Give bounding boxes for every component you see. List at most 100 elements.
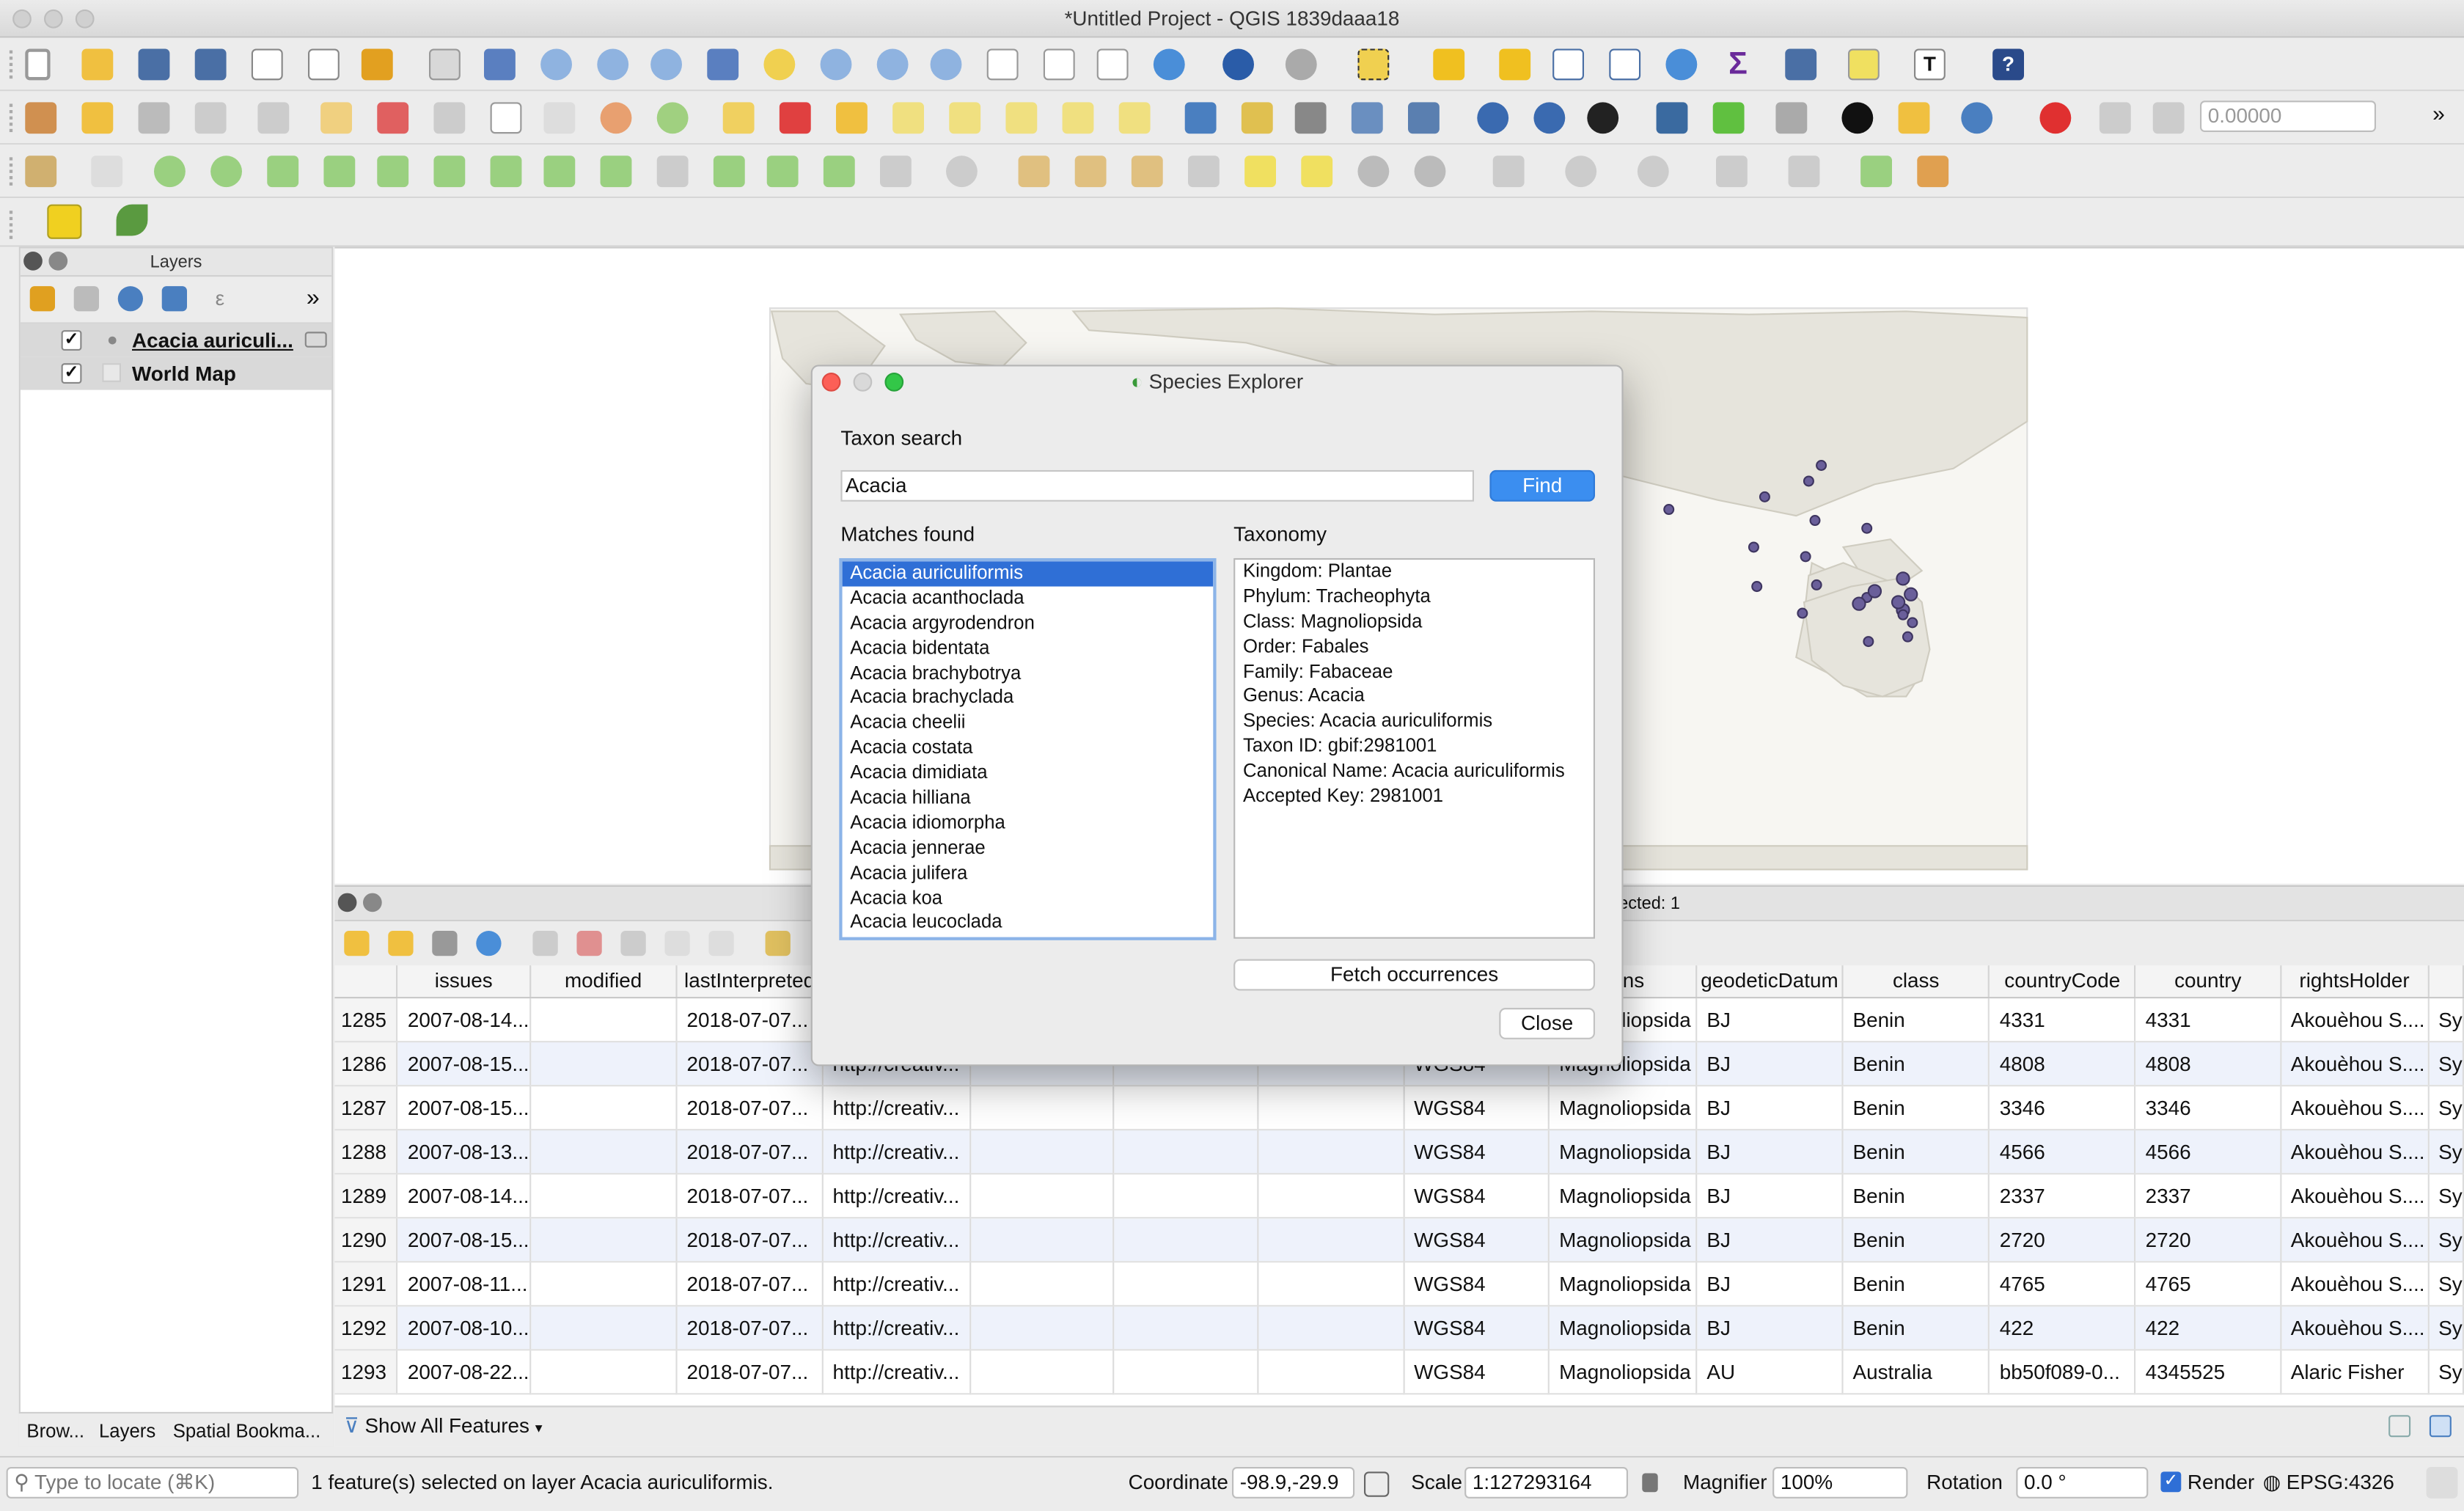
table-cell[interactable]: Magnoliopsida: [1549, 1173, 1698, 1218]
paste-features-icon[interactable]: [543, 102, 576, 134]
row-number-cell[interactable]: 1288: [334, 1129, 398, 1174]
table-cell[interactable]: Sy: [2428, 1217, 2464, 1262]
zoom-in-icon[interactable]: [540, 48, 572, 81]
table-cell[interactable]: [969, 1129, 1115, 1174]
table-cell[interactable]: BJ: [1696, 1041, 1844, 1086]
filter-legend-icon[interactable]: [161, 286, 187, 312]
table-cell[interactable]: 2007-08-14...: [397, 997, 531, 1042]
table-cell[interactable]: [1258, 1173, 1405, 1218]
table-cell[interactable]: 2018-07-07...: [676, 1041, 824, 1086]
window-minimize-button[interactable]: [44, 9, 63, 29]
match-list-item[interactable]: Acacia acanthoclada: [843, 586, 1214, 611]
table-cell[interactable]: [529, 1349, 678, 1394]
table-cell[interactable]: WGS84: [1404, 1261, 1550, 1306]
column-header[interactable]: modified: [529, 965, 678, 998]
row-number-cell[interactable]: 1291: [334, 1261, 398, 1306]
table-cell[interactable]: 2018-07-07...: [676, 1085, 824, 1130]
table-cell[interactable]: 2018-07-07...: [676, 1261, 824, 1306]
select-features-icon[interactable]: [1357, 48, 1390, 81]
zoom-rubberband-icon[interactable]: [650, 48, 682, 81]
layer-item-world-map[interactable]: ✓ World Map: [20, 356, 332, 390]
match-list-item[interactable]: Acacia auriculiformis: [842, 561, 1214, 587]
table-cell[interactable]: Akouèhou S....: [2280, 1305, 2430, 1350]
table-cell[interactable]: Benin: [1842, 997, 1990, 1042]
table-cell[interactable]: 2720: [2135, 1217, 2281, 1262]
rotate-point-symbols-icon[interactable]: [946, 156, 978, 188]
table-cell[interactable]: http://creativ...: [822, 1261, 971, 1306]
table-cell[interactable]: BJ: [1696, 1085, 1844, 1130]
table-cell[interactable]: WGS84: [1404, 1349, 1550, 1394]
table-cell[interactable]: [1258, 1349, 1405, 1394]
table-cell[interactable]: 4765: [1989, 1261, 2136, 1306]
table-cell[interactable]: [1114, 1261, 1259, 1306]
table-cell[interactable]: Sy: [2428, 997, 2464, 1042]
offset-curve-icon[interactable]: [880, 156, 912, 188]
table-cell[interactable]: [969, 1305, 1115, 1350]
table-row[interactable]: 1293 2007-08-22... 2018-07-07... http://cre…: [334, 1349, 2464, 1394]
close-button[interactable]: Close: [1499, 1008, 1595, 1039]
table-cell[interactable]: WGS84: [1404, 1173, 1550, 1218]
leaf-plugin-icon[interactable]: [116, 204, 148, 236]
table-cell[interactable]: BJ: [1696, 1173, 1844, 1218]
redo-icon[interactable]: [656, 102, 689, 134]
table-cell[interactable]: http://creativ...: [822, 1349, 971, 1394]
style-panel-icon[interactable]: [29, 286, 55, 312]
zoom-last-icon[interactable]: [930, 48, 962, 81]
table-cell[interactable]: BJ: [1696, 1305, 1844, 1350]
add-annotation-icon[interactable]: [1860, 156, 1892, 188]
zoom-to-layer-icon[interactable]: [820, 48, 852, 81]
table-cell[interactable]: [1114, 1173, 1259, 1218]
new-map-view-icon[interactable]: [986, 48, 1019, 81]
species-explorer-plugin-icon[interactable]: [47, 204, 82, 239]
layer-diagram-icon[interactable]: [779, 102, 811, 134]
fill-ring-icon[interactable]: [656, 156, 689, 188]
table-cell[interactable]: 2337: [1989, 1173, 2136, 1218]
table-cell[interactable]: BJ: [1696, 1261, 1844, 1306]
add-rectangle-icon[interactable]: [267, 156, 299, 188]
table-cell[interactable]: [969, 1085, 1115, 1130]
layer-checkbox[interactable]: ✓: [61, 330, 82, 351]
pan-map-icon[interactable]: [429, 48, 461, 81]
offset-feature-icon[interactable]: [1788, 156, 1820, 188]
table-cell[interactable]: Magnoliopsida: [1549, 1217, 1698, 1262]
match-list-item[interactable]: Acacia julifera: [843, 861, 1214, 886]
tab-spatial-bookmarks[interactable]: Spatial Bookma...: [173, 1420, 321, 1442]
label-toolbar-icon[interactable]: [722, 102, 755, 134]
match-list-item[interactable]: Acacia argyrodendron: [843, 611, 1214, 636]
row-number-cell[interactable]: 1293: [334, 1349, 398, 1394]
add-wcs-layer-icon[interactable]: [1533, 102, 1566, 134]
match-list-item[interactable]: Acacia bidentata: [843, 636, 1214, 661]
add-part-icon[interactable]: [600, 156, 632, 188]
new-project-icon[interactable]: [25, 48, 51, 81]
table-cell[interactable]: Sy: [2428, 1085, 2464, 1130]
rotate-feature-icon[interactable]: [433, 156, 466, 188]
add-spatialite-icon[interactable]: [1351, 102, 1383, 134]
coordinate-field[interactable]: -98.9,-29.9: [1232, 1466, 1355, 1499]
delete-ring-icon[interactable]: [713, 156, 745, 188]
dialog-close-button[interactable]: [821, 373, 841, 392]
table-cell[interactable]: WGS84: [1404, 1305, 1550, 1350]
reverse-line-icon[interactable]: [1357, 156, 1390, 188]
merge-attributes-icon[interactable]: [1188, 156, 1220, 188]
match-list-item[interactable]: Acacia idiomorpha: [843, 811, 1214, 836]
action-icon[interactable]: [1285, 48, 1317, 81]
show-bookmarks-icon[interactable]: [1096, 48, 1129, 81]
table-cell[interactable]: [529, 1085, 678, 1130]
rotate-label-icon[interactable]: [1062, 102, 1094, 134]
table-cell[interactable]: 2018-07-07...: [676, 997, 824, 1042]
add-mesh-layer-icon[interactable]: [1712, 102, 1745, 134]
table-cell[interactable]: AU: [1696, 1349, 1844, 1394]
table-cell[interactable]: 4808: [1989, 1041, 2136, 1086]
change-label-icon[interactable]: [1118, 102, 1151, 134]
python-console-icon[interactable]: [1656, 102, 1688, 134]
match-list-item[interactable]: Acacia cheelii: [843, 711, 1214, 736]
table-cell[interactable]: Benin: [1842, 1305, 1990, 1350]
highlight-pinned-labels-icon[interactable]: [836, 102, 868, 134]
table-cell[interactable]: Benin: [1842, 1261, 1990, 1306]
table-cell[interactable]: 2018-07-07...: [676, 1217, 824, 1262]
table-cell[interactable]: http://creativ...: [822, 1173, 971, 1218]
table-cell[interactable]: Australia: [1842, 1349, 1990, 1394]
table-cell[interactable]: Sy: [2428, 1261, 2464, 1306]
table-cell[interactable]: 3346: [1989, 1085, 2136, 1130]
crs-button[interactable]: ◍ EPSG:4326: [2263, 1470, 2394, 1495]
